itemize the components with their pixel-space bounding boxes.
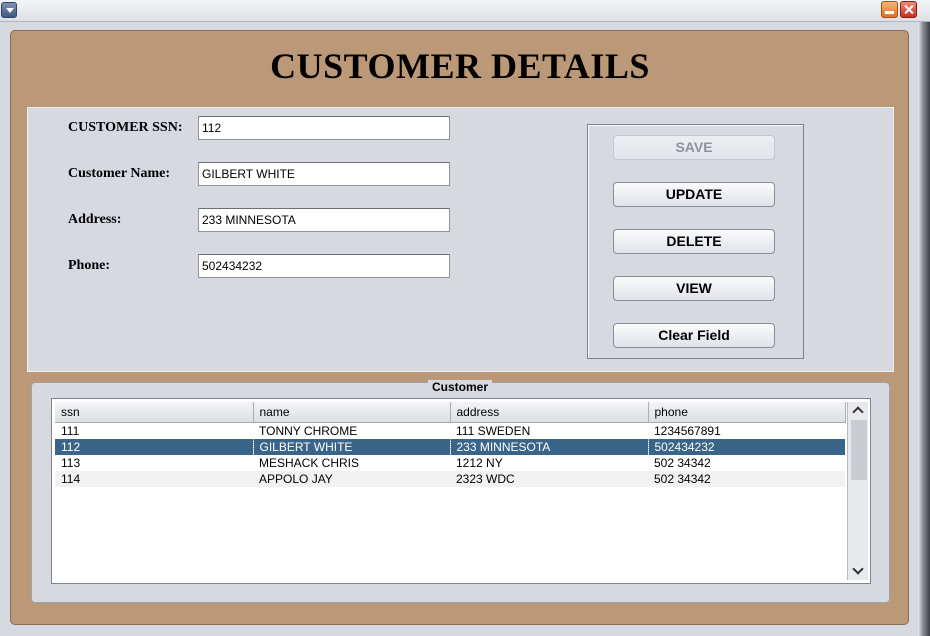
minimize-icon[interactable] [881,1,898,18]
cell-address: 1212 NY [456,455,503,470]
close-icon[interactable] [900,1,917,18]
customer-table: ssn name address phone 111 TONNY CHROME … [51,398,871,584]
customer-name-label: Customer Name: [68,166,170,181]
address-label: Address: [68,212,122,227]
cell-ssn: 112 [55,438,253,455]
ssn-label: CUSTOMER SSN: [68,120,183,135]
cell-address: 2323 WDC [450,470,648,487]
scroll-up-icon[interactable] [852,405,862,415]
cell-phone: 1234567891 [654,423,721,438]
window-titlebar [0,0,930,22]
phone-label: Phone: [68,258,110,273]
scroll-thumb[interactable] [851,420,867,480]
cell-name: TONNY CHROME [259,423,358,438]
table-row[interactable]: 113 MESHACK CHRIS 1212 NY 502 34342 [55,455,845,471]
table-row[interactable]: 111 TONNY CHROME 111 SWEDEN 1234567891 [55,422,845,439]
column-header-phone[interactable]: phone [648,402,846,423]
update-button[interactable]: UPDATE [613,182,775,207]
cell-address: 233 MINNESOTA [449,438,648,455]
cell-name: APPOLO JAY [253,470,450,487]
address-field[interactable] [198,208,450,232]
delete-button[interactable]: DELETE [613,229,775,254]
cell-phone: 502 34342 [648,470,845,487]
window-edge [918,22,930,636]
view-button[interactable]: VIEW [613,276,775,301]
ssn-field[interactable] [198,116,450,140]
phone-field[interactable] [198,254,450,278]
scroll-down-icon[interactable] [852,566,862,576]
cell-phone: 502 34342 [654,455,711,470]
clear-field-button[interactable]: Clear Field [613,323,775,348]
cell-name: GILBERT WHITE [252,438,450,455]
cell-name: MESHACK CHRIS [259,455,360,470]
save-button[interactable]: SAVE [613,135,775,160]
table-row[interactable]: 114 APPOLO JAY 2323 WDC 502 34342 [55,470,845,487]
page-title: CUSTOMER DETAILS [270,46,650,86]
cell-ssn: 111 [61,423,80,438]
table-header-row: ssn name address phone [55,402,846,423]
column-header-address[interactable]: address [450,402,649,423]
column-header-ssn[interactable]: ssn [55,402,254,423]
customer-name-field[interactable] [198,162,450,186]
cell-ssn: 114 [55,470,253,487]
table-scrollbar[interactable] [847,402,868,580]
cell-address: 111 SWEDEN [456,423,531,438]
table-row-selected[interactable]: 112 GILBERT WHITE 233 MINNESOTA 50243423… [55,438,845,455]
table-caption: Customer [428,380,493,394]
cell-phone: 502434232 [647,438,845,455]
cell-ssn: 113 [61,455,81,470]
column-header-name[interactable]: name [253,402,451,423]
system-menu-icon[interactable] [1,2,17,18]
